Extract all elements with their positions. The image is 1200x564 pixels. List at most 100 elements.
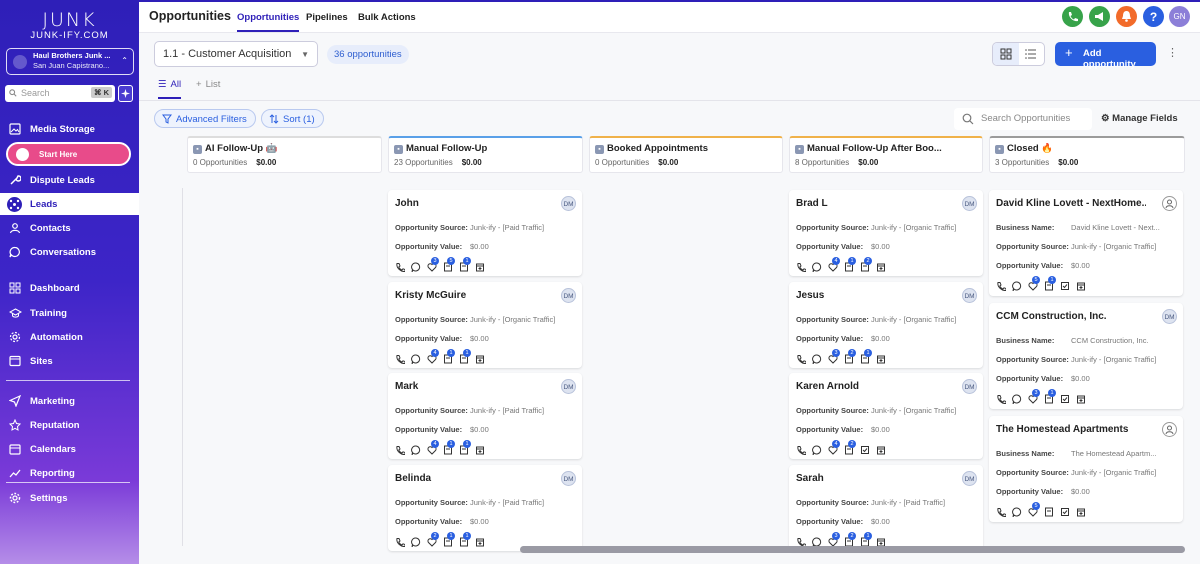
calendar-add-icon[interactable] xyxy=(876,537,886,547)
heart-icon[interactable]: 3 xyxy=(427,257,439,272)
sidebar-item-contacts[interactable]: Contacts xyxy=(0,217,139,239)
phone-icon[interactable] xyxy=(395,537,405,547)
heart-icon[interactable]: 4 xyxy=(427,348,439,364)
sidebar-item-media-storage[interactable]: Media Storage xyxy=(0,118,139,140)
opportunity-card[interactable]: Belinda DM Opportunity Source: Junk-ify - [… xyxy=(388,464,582,551)
sidebar-search-input[interactable]: Search ⌘ K xyxy=(5,85,115,102)
opportunity-card[interactable]: Sarah DM Opportunity Source: Junk-ify - [Pa… xyxy=(789,464,983,551)
add-opportunity-button[interactable]: + Add opportunity xyxy=(1055,42,1156,70)
phone-icon[interactable] xyxy=(395,262,405,272)
heart-icon[interactable]: 4 xyxy=(828,440,840,455)
sidebar-item-leads[interactable]: Leads xyxy=(0,193,139,215)
column-header-ai-follow-up[interactable]: ▪ AI Follow-Up 🤖 0 Opportunities $0.00 xyxy=(187,136,382,173)
opportunity-card[interactable]: Karen Arnold DM Opportunity Source: Junk-if… xyxy=(789,373,983,459)
account-switcher[interactable]: Haul Brothers Junk ... San Juan Capistra… xyxy=(6,48,134,75)
heart-icon[interactable]: 3 xyxy=(828,531,840,547)
phone-icon[interactable] xyxy=(395,445,405,455)
task-icon[interactable] xyxy=(1060,507,1070,517)
heart-icon[interactable]: 3 xyxy=(828,348,840,364)
sidebar-item-calendars[interactable]: Calendars xyxy=(0,438,139,460)
column-header-closed[interactable]: ▪ Closed 🔥 3 Opportunities $0.00 xyxy=(989,136,1185,173)
note-icon[interactable]: 1 xyxy=(459,531,471,547)
chat-icon[interactable] xyxy=(812,262,822,272)
help-button[interactable]: ? xyxy=(1143,6,1164,27)
opportunity-card[interactable]: Mark DM Opportunity Source: Junk-ify - [Pai… xyxy=(388,373,582,459)
phone-button[interactable] xyxy=(1062,6,1083,27)
pipeline-select[interactable]: 1.1 - Customer Acquisition ▼ xyxy=(154,41,318,67)
chat-icon[interactable] xyxy=(1012,394,1022,404)
tab-opportunities[interactable]: Opportunities xyxy=(237,12,300,32)
view-tab-add-list[interactable]: + List xyxy=(196,79,220,90)
note-icon[interactable]: 2 xyxy=(844,531,856,547)
note-icon[interactable]: 1 xyxy=(1044,389,1056,404)
chat-icon[interactable] xyxy=(812,354,822,364)
heart-icon[interactable]: 4 xyxy=(427,440,439,455)
phone-icon[interactable] xyxy=(395,354,405,364)
sidebar-item-reputation[interactable]: Reputation xyxy=(0,414,139,436)
phone-icon[interactable] xyxy=(996,507,1006,517)
sidebar-item-reporting[interactable]: Reporting xyxy=(0,462,139,484)
sidebar-item-marketing[interactable]: Marketing xyxy=(0,390,139,412)
opportunity-card[interactable]: David Kline Lovett - NextHome... Business… xyxy=(989,190,1183,296)
task-icon[interactable] xyxy=(1060,394,1070,404)
horizontal-scrollbar[interactable] xyxy=(520,546,1185,553)
announcement-button[interactable] xyxy=(1089,6,1110,27)
phone-icon[interactable] xyxy=(996,394,1006,404)
note-icon[interactable]: 5 xyxy=(443,257,455,272)
note-icon[interactable]: 2 xyxy=(860,257,872,272)
column-header-manual-follow-up[interactable]: ▪ Manual Follow-Up 23 Opportunities $0.00 xyxy=(388,136,583,173)
notifications-button[interactable] xyxy=(1116,6,1137,27)
sidebar-item-automation[interactable]: Automation xyxy=(0,326,139,348)
opportunity-card[interactable]: CCM Construction, Inc. DM Business Name: CC… xyxy=(989,303,1183,409)
opportunity-card[interactable]: Brad L DM Opportunity Source: Junk-ify - [O… xyxy=(789,190,983,276)
assignee-avatar[interactable]: DM xyxy=(962,287,977,303)
view-tab-all[interactable]: ☰ All xyxy=(158,79,182,99)
board-view-button[interactable] xyxy=(993,43,1019,65)
note-icon[interactable]: 1 xyxy=(459,257,471,272)
sidebar-item-sites[interactable]: Sites xyxy=(0,350,139,372)
chat-icon[interactable] xyxy=(812,537,822,547)
tab-pipelines[interactable]: Pipelines xyxy=(306,12,348,23)
calendar-add-icon[interactable] xyxy=(1076,507,1086,517)
task-icon[interactable] xyxy=(1060,281,1070,291)
heart-icon[interactable]: 5 xyxy=(1028,276,1040,291)
phone-icon[interactable] xyxy=(796,354,806,364)
advanced-filters-button[interactable]: Advanced Filters xyxy=(154,109,256,128)
note-icon[interactable]: 2 xyxy=(844,348,856,364)
assignee-avatar[interactable]: DM xyxy=(561,196,576,211)
note-icon[interactable] xyxy=(1044,507,1054,517)
note-icon[interactable]: 1 xyxy=(443,348,455,364)
manage-fields-button[interactable]: ⚙ Manage Fields xyxy=(1101,113,1178,124)
calendar-add-icon[interactable] xyxy=(876,445,886,455)
chat-icon[interactable] xyxy=(411,537,421,547)
calendar-add-icon[interactable] xyxy=(1076,394,1086,404)
calendar-add-icon[interactable] xyxy=(1076,281,1086,291)
heart-icon[interactable]: 2 xyxy=(427,531,439,547)
chat-icon[interactable] xyxy=(411,354,421,364)
note-icon[interactable]: 2 xyxy=(844,440,856,455)
calendar-add-icon[interactable] xyxy=(475,354,485,364)
assignee-avatar[interactable]: DM xyxy=(962,196,977,211)
assignee-avatar[interactable]: DM xyxy=(962,470,977,486)
calendar-add-icon[interactable] xyxy=(475,262,485,272)
opportunity-card[interactable]: The Homestead Apartments Business Name: Th… xyxy=(989,416,1183,522)
start-here-button[interactable]: Start Here xyxy=(6,142,131,166)
note-icon[interactable]: 1 xyxy=(1044,276,1056,291)
calendar-add-icon[interactable] xyxy=(475,537,485,547)
column-header-booked-appointments[interactable]: ▪ Booked Appointments 0 Opportunities $0.0… xyxy=(589,136,783,173)
chat-icon[interactable] xyxy=(1012,281,1022,291)
more-options-icon[interactable]: ⋮ xyxy=(1167,46,1178,59)
sidebar-item-dashboard[interactable]: Dashboard xyxy=(0,277,139,299)
calendar-add-icon[interactable] xyxy=(876,354,886,364)
search-opportunities-input[interactable]: Search Opportunities xyxy=(954,108,1092,130)
phone-icon[interactable] xyxy=(996,281,1006,291)
list-view-button[interactable] xyxy=(1025,48,1037,60)
column-header-manual-follow-up-after[interactable]: ▪ Manual Follow-Up After Boo... 8 Opportu… xyxy=(789,136,983,173)
note-icon[interactable]: 1 xyxy=(443,531,455,547)
note-icon[interactable]: 1 xyxy=(459,348,471,364)
heart-icon[interactable]: 4 xyxy=(828,257,840,272)
assignee-avatar[interactable]: DM xyxy=(962,379,977,394)
sparkle-button[interactable] xyxy=(118,85,133,102)
note-icon[interactable]: 1 xyxy=(443,440,455,455)
sidebar-item-dispute-leads[interactable]: Dispute Leads xyxy=(0,169,139,191)
